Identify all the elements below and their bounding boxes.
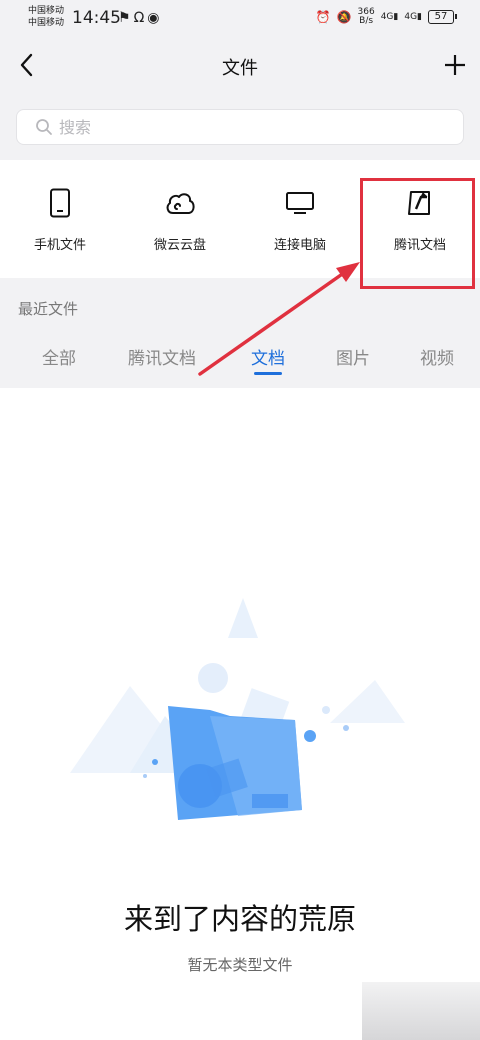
- search-box[interactable]: [16, 109, 464, 145]
- cloud-icon: [120, 188, 240, 218]
- signal-icon-1: 4G▮: [380, 12, 399, 22]
- search-icon: [36, 119, 52, 135]
- network-speed: 366 B/s: [358, 8, 375, 26]
- empty-state-title: 来到了内容的荒原: [123, 902, 356, 936]
- header: 文件: [0, 36, 480, 98]
- battery-level: 57: [434, 11, 448, 22]
- carrier-1: 中国移动: [28, 6, 65, 16]
- qq-icon: ⚑: [118, 10, 134, 26]
- tab-tencent-docs[interactable]: 腾讯文档: [128, 344, 196, 369]
- tab-videos[interactable]: 视频: [420, 344, 454, 369]
- quick-item-label: 手机文件: [33, 238, 86, 253]
- phone-icon: [0, 188, 120, 218]
- speed-unit: B/s: [359, 16, 374, 26]
- status-time: 14:45: [72, 8, 121, 28]
- eye-icon: ◉: [147, 10, 163, 26]
- empty-state: 来到了内容的荒原 暂无本类型文件: [0, 388, 480, 1040]
- status-app-icons: ⚑Ω◉: [118, 10, 162, 26]
- tab-bar: 全部 腾讯文档 文档 图片 视频: [0, 344, 480, 376]
- page-title: 文件: [222, 58, 258, 79]
- battery-icon: 57: [428, 10, 457, 24]
- signal-label-2: 4G: [404, 12, 418, 22]
- carrier-2: 中国移动: [28, 18, 65, 28]
- recent-files-title: 最近文件: [18, 300, 79, 318]
- headphones-icon: Ω: [133, 10, 148, 26]
- signal-icon-2: 4G▮: [404, 12, 422, 22]
- highlight-box: [360, 178, 475, 289]
- carrier-info: 中国移动 中国移动: [28, 5, 64, 29]
- active-tab-indicator: [254, 372, 282, 375]
- recent-files-section: 最近文件 全部 腾讯文档 文档 图片 视频: [0, 278, 480, 388]
- quick-item-label: 连接电脑: [273, 238, 326, 253]
- alarm-icon: ⏰: [315, 10, 331, 24]
- quick-item-label: 微云云盘: [153, 238, 206, 253]
- add-button[interactable]: [442, 52, 468, 78]
- plus-icon: [445, 55, 465, 75]
- signal-label-1: 4G: [380, 12, 394, 22]
- tab-documents[interactable]: 文档: [251, 344, 285, 369]
- status-right: ⏰ 🔕 366 B/s 4G▮ 4G▮ 57: [315, 8, 457, 26]
- empty-folder-illustration: [70, 598, 405, 820]
- quick-item-weiyun[interactable]: 微云云盘: [120, 160, 240, 278]
- corner-overlay: [362, 982, 480, 1040]
- empty-state-subtitle: 暂无本类型文件: [187, 956, 293, 974]
- mute-icon: 🔕: [336, 10, 352, 24]
- tab-images[interactable]: 图片: [336, 344, 370, 369]
- quick-item-phone-files[interactable]: 手机文件: [0, 160, 120, 278]
- search-section: [0, 98, 480, 160]
- monitor-icon: [240, 188, 360, 218]
- search-input[interactable]: [59, 114, 449, 140]
- tab-all[interactable]: 全部: [42, 344, 76, 369]
- quick-item-connect-pc[interactable]: 连接电脑: [240, 160, 360, 278]
- status-bar: 中国移动 中国移动 14:45 ⚑Ω◉ ⏰ 🔕 366 B/s 4G▮ 4G▮ …: [0, 0, 480, 36]
